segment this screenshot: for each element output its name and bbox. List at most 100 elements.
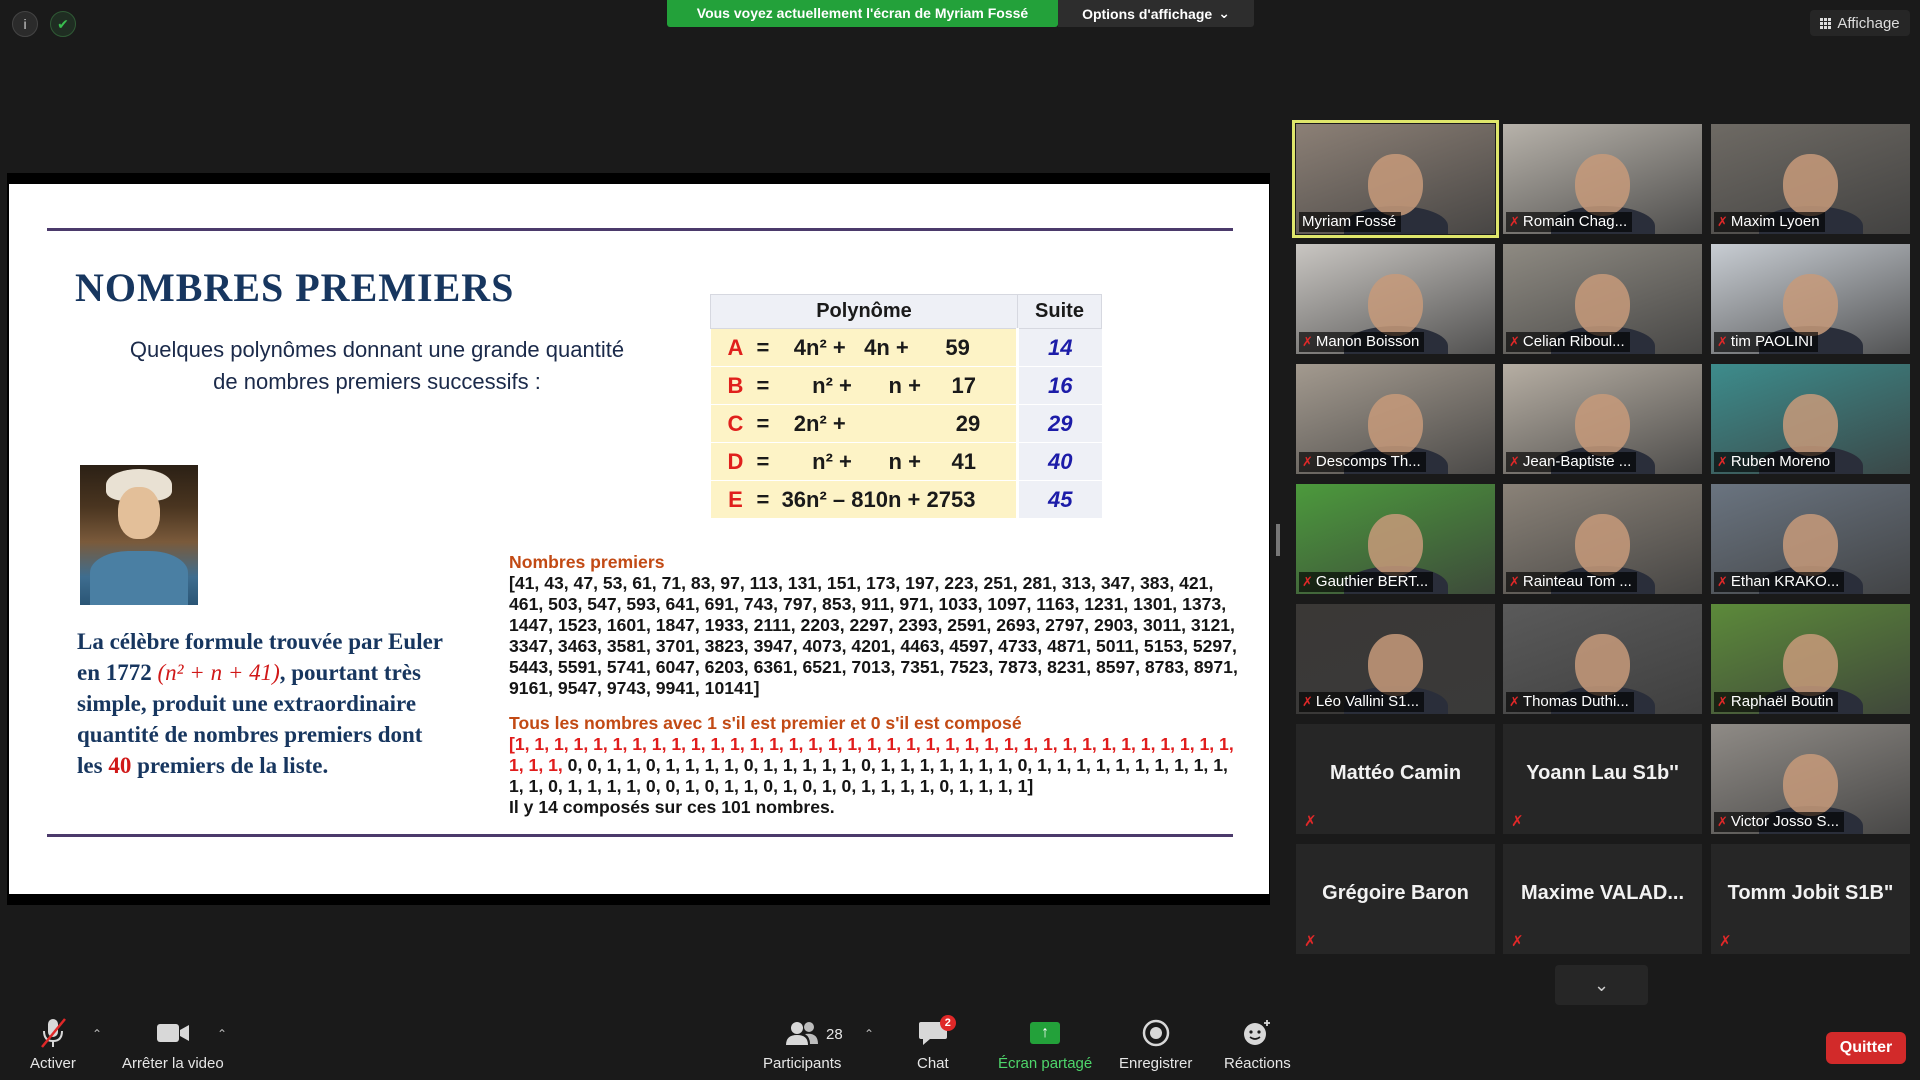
participant-face <box>1575 394 1630 456</box>
name-tag: ✗ Jean-Baptiste ... <box>1506 452 1637 472</box>
participant-face <box>1783 394 1838 456</box>
participant-tile[interactable]: ✗ Descomps Th... <box>1296 364 1495 474</box>
mic-off-icon: ✗ <box>1717 454 1728 469</box>
table-row: E = 36n² – 810n + 2753 45 <box>710 480 1102 519</box>
record-button[interactable]: Enregistrer <box>1119 1015 1192 1072</box>
stop-video-button[interactable]: Arrêter la video <box>122 1015 224 1072</box>
row-suite: 16 <box>1016 366 1102 405</box>
name-tag: ✗ Léo Vallini S1... <box>1299 692 1425 712</box>
participant-tile[interactable]: ✗ Léo Vallini S1... <box>1296 604 1495 714</box>
mic-off-icon: ✗ <box>1717 694 1728 709</box>
view-options-label: Options d'affichage <box>1082 5 1213 22</box>
composites-note: Il y 14 composés sur ces 101 nombres. <box>509 797 835 817</box>
participant-tile[interactable]: Grégoire Baron ✗ <box>1296 844 1495 954</box>
mic-off-icon: ✗ <box>1304 813 1317 830</box>
row-suite: 45 <box>1016 480 1102 519</box>
primes-list: [41, 43, 47, 53, 61, 71, 83, 97, 113, 13… <box>509 573 1238 698</box>
mic-off-icon: ✗ <box>1511 933 1524 950</box>
participant-tile[interactable]: ✗ Jean-Baptiste ... <box>1503 364 1702 474</box>
participant-name: Léo Vallini S1... <box>1315 693 1420 710</box>
participant-tile[interactable]: ✗ Maxim Lyoen <box>1711 124 1910 234</box>
name-tag: ✗ Celian Riboul... <box>1506 332 1630 352</box>
binary-list-rest: 0, 0, 1, 1, 0, 1, 1, 1, 1, 0, 1, 1, 1, 1… <box>509 755 1228 796</box>
participant-name: Ruben Moreno <box>1730 453 1831 470</box>
gallery-next-button[interactable]: ⌄ <box>1555 965 1648 1005</box>
video-camera-icon <box>156 1015 190 1051</box>
name-tag: ✗ Ruben Moreno <box>1714 452 1836 472</box>
participant-tile[interactable]: Yoann Lau S1b'' ✗ <box>1503 724 1702 834</box>
participant-tile[interactable]: ✗ Romain Chag... <box>1503 124 1702 234</box>
leave-meeting-button[interactable]: Quitter <box>1826 1032 1906 1064</box>
mic-off-icon <box>38 1015 68 1051</box>
participant-tile[interactable]: Myriam Fossé <box>1292 120 1499 238</box>
view-options-button[interactable]: Options d'affichage ⌄ <box>1058 0 1254 27</box>
participant-face <box>1368 154 1423 216</box>
unmute-button[interactable]: Activer <box>30 1015 76 1072</box>
euler-portrait <box>80 465 198 605</box>
participants-options-caret[interactable]: ⌃ <box>864 1027 874 1041</box>
participant-tile[interactable]: ✗ Raphaël Boutin <box>1711 604 1910 714</box>
layout-button[interactable]: Affichage <box>1810 10 1910 36</box>
participant-tile[interactable]: ✗ Ethan KRAKO... <box>1711 484 1910 594</box>
participant-tile[interactable]: ✗ Rainteau Tom ... <box>1503 484 1702 594</box>
participant-tile[interactable]: ✗ Gauthier BERT... <box>1296 484 1495 594</box>
zoom-window: i ✔ Vous voyez actuellement l'écran de M… <box>0 0 1920 1080</box>
binary-list: [1, 1, 1, 1, 1, 1, 1, 1, 1, 1, 1, 1, 1, … <box>509 734 1239 797</box>
video-options-caret[interactable]: ⌃ <box>217 1027 227 1041</box>
splitter-handle[interactable] <box>1276 524 1280 556</box>
name-tag: ✗ tim PAOLINI <box>1714 332 1819 352</box>
participant-face <box>1783 634 1838 696</box>
participant-name: Ethan KRAKO... <box>1730 573 1840 590</box>
row-expression: = 2n² + 29 <box>752 404 1018 443</box>
participant-name: Celian Riboul... <box>1522 333 1625 350</box>
name-tag: ✗ Maxim Lyoen <box>1714 212 1825 232</box>
chat-icon: 2 <box>918 1015 956 1051</box>
participant-tile[interactable]: Mattéo Camin ✗ <box>1296 724 1495 834</box>
reactions-button[interactable]: Réactions <box>1224 1015 1291 1072</box>
mic-off-icon: ✗ <box>1302 574 1313 589</box>
participant-name: Yoann Lau S1b'' <box>1526 762 1679 784</box>
name-tag: ✗ Victor Josso S... <box>1714 812 1845 832</box>
participants-button[interactable]: Participants <box>763 1015 841 1072</box>
participant-name: Manon Boisson <box>1315 333 1420 350</box>
audio-options-caret[interactable]: ⌃ <box>92 1027 102 1041</box>
row-suite: 14 <box>1016 328 1102 367</box>
chat-button[interactable]: 2 Chat <box>917 1015 956 1072</box>
name-tag: ✗ Manon Boisson <box>1299 332 1425 352</box>
row-expression: = n² + n + 17 <box>752 366 1018 405</box>
grid-icon <box>1820 17 1832 29</box>
info-icon[interactable]: i <box>12 11 38 37</box>
mic-off-icon: ✗ <box>1509 334 1520 349</box>
row-expression: = 36n² – 810n + 2753 <box>752 480 1018 519</box>
bottom-rule <box>47 834 1233 837</box>
participant-tile[interactable]: Tomm Jobit S1B" ✗ <box>1711 844 1910 954</box>
row-letter: C <box>710 404 753 443</box>
share-screen-button[interactable]: ↑ Écran partagé <box>998 1015 1092 1072</box>
participant-tile[interactable]: ✗ Ruben Moreno <box>1711 364 1910 474</box>
participant-name: Jean-Baptiste ... <box>1522 453 1632 470</box>
participant-tile[interactable]: ✗ Thomas Duthi... <box>1503 604 1702 714</box>
reactions-label: Réactions <box>1224 1055 1291 1072</box>
participant-tile[interactable]: Maxime VALAD... ✗ <box>1503 844 1702 954</box>
mic-off-icon: ✗ <box>1509 214 1520 229</box>
participant-tile[interactable]: ✗ Victor Josso S... <box>1711 724 1910 834</box>
name-tag: ✗ Descomps Th... <box>1299 452 1426 472</box>
meeting-toolbar <box>0 1010 1920 1080</box>
shield-check-icon[interactable]: ✔ <box>50 11 76 37</box>
mic-off-icon: ✗ <box>1717 214 1728 229</box>
stop-video-label: Arrêter la video <box>122 1055 224 1072</box>
top-left-icons: i ✔ <box>12 11 76 37</box>
participant-tile[interactable]: ✗ Celian Riboul... <box>1503 244 1702 354</box>
table-row: C = 2n² + 29 29 <box>710 404 1102 443</box>
participant-name: Romain Chag... <box>1522 213 1628 230</box>
polynomial-table: Polynôme Suite A = 4n² + 4n + 59 14 B = … <box>710 294 1102 519</box>
participant-name: Tomm Jobit S1B" <box>1727 882 1894 904</box>
participants-label: Participants <box>763 1055 842 1072</box>
mic-off-icon: ✗ <box>1719 933 1732 950</box>
mic-off-icon: ✗ <box>1304 933 1317 950</box>
euler-text: La célèbre formule trouvée par Euler en … <box>77 626 447 781</box>
record-label: Enregistrer <box>1119 1055 1193 1072</box>
table-row: B = n² + n + 17 16 <box>710 366 1102 405</box>
participant-tile[interactable]: ✗ Manon Boisson <box>1296 244 1495 354</box>
participant-tile[interactable]: ✗ tim PAOLINI <box>1711 244 1910 354</box>
